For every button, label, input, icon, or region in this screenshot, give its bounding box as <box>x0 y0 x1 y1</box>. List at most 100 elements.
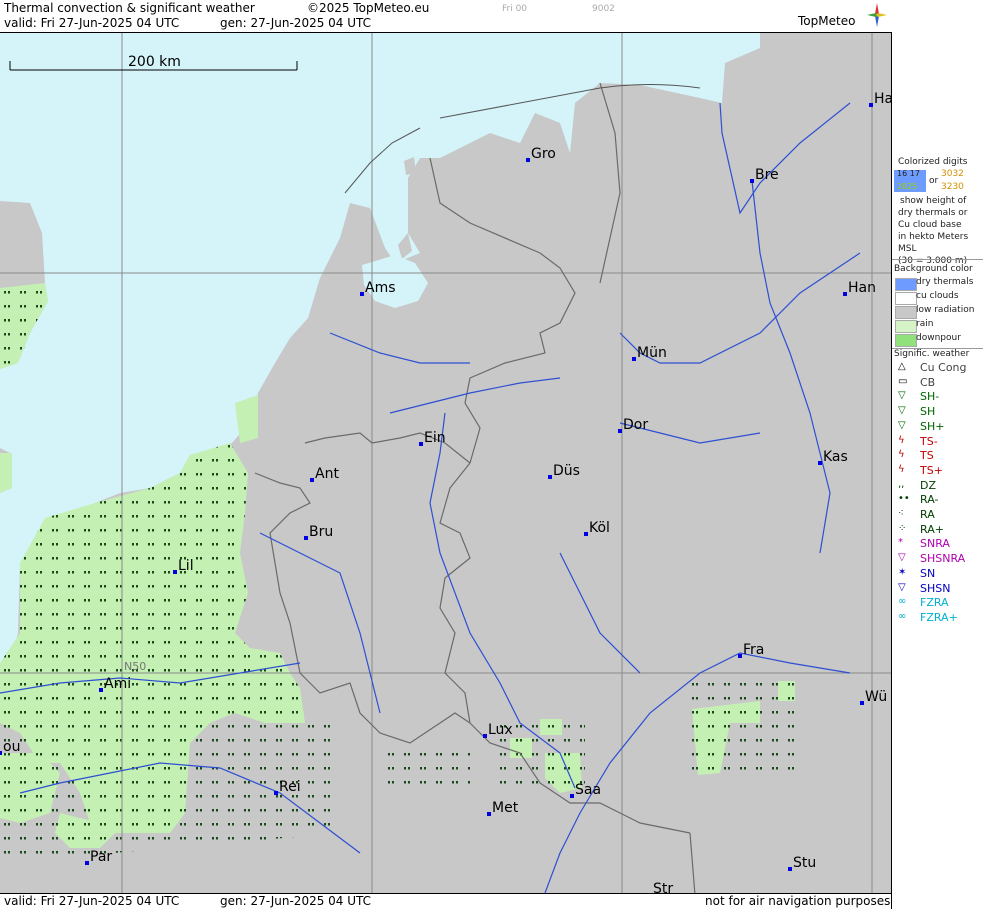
city-label: Han <box>848 280 876 296</box>
city-marker <box>788 867 792 871</box>
freezing-rain-icon: ∞ <box>898 596 907 608</box>
topmeteo-logo: TopMeteo <box>798 14 856 28</box>
navigation-note: not for air navigation purposes <box>705 894 891 908</box>
background-label: cu clouds <box>916 291 959 301</box>
city-label: Met <box>492 800 519 816</box>
city-label: Düs <box>553 463 580 479</box>
snow-shower-icon: ▽ <box>898 581 906 593</box>
legend-text: dry thermals or <box>898 208 968 218</box>
shower-heavy-icon: ▽ <box>898 419 906 431</box>
weather-label: TS <box>920 449 934 463</box>
city-label: Stu <box>793 855 816 871</box>
shower-icon: ▽ <box>898 405 906 417</box>
weather-label: Cu Cong <box>920 361 967 374</box>
chart-header: Thermal convection & significant weather… <box>0 0 891 32</box>
freezing-rain-heavy-icon: ∞ <box>898 610 907 622</box>
compass-logo-icon <box>867 3 887 27</box>
city-label: Wü <box>865 689 887 705</box>
city-label: Str <box>653 881 673 894</box>
weather-map[interactable]: 200 km N50 Gro Bre Ha Ams Han Mün Ein Dor Kas Ant… <box>0 32 891 894</box>
thunder-light-icon: ϟ <box>898 434 905 446</box>
thunder-icon: ϟ <box>898 449 905 461</box>
city-label: Bru <box>309 524 333 540</box>
map-canvas: 200 km N50 Gro Bre Ha Ams Han Mün Ein Dor Kas Ant… <box>0 33 891 894</box>
gen-time: gen: 27-Jun-2025 04 UTC <box>220 16 372 30</box>
weather-label: RA <box>920 508 935 521</box>
city-marker <box>570 794 574 798</box>
background-swatch <box>895 320 917 333</box>
city-label: ou <box>3 739 20 755</box>
weather-label: FZRA <box>920 596 949 610</box>
city-marker <box>483 734 487 738</box>
background-swatch <box>895 292 917 305</box>
city-marker <box>360 292 364 296</box>
legend-panel: Colorized digits 16 17 2825 or 3032 3230… <box>891 32 983 909</box>
city-label: Köl <box>589 520 610 536</box>
legend-text: MSL <box>898 244 917 254</box>
city-marker <box>869 103 873 107</box>
digit-sample-d: 3230 <box>941 182 964 192</box>
background-label: dry thermals <box>916 277 974 287</box>
latitude-label: N50 <box>124 660 146 673</box>
background-label: low radiation <box>916 305 975 315</box>
legend-text: show height of <box>900 196 967 206</box>
scale-label: 200 km <box>128 54 181 70</box>
city-marker <box>526 158 530 162</box>
digit-sample-a: 16 17 <box>897 169 920 178</box>
city-marker <box>173 570 177 574</box>
weather-label: FZRA+ <box>920 610 958 624</box>
city-marker <box>548 475 552 479</box>
city-label: Ha <box>874 91 891 107</box>
city-label: Dor <box>623 417 648 433</box>
city-label: Gro <box>531 146 556 162</box>
weather-label: DZ <box>920 478 937 492</box>
weather-label: TS- <box>920 434 938 448</box>
weather-label: RA- <box>920 493 939 507</box>
city-label: Lil <box>178 558 194 574</box>
weather-label: SNRA <box>920 537 950 551</box>
city-label: Rei <box>279 779 301 795</box>
copyright: ©2025 TopMeteo.eu <box>307 1 430 15</box>
legend-bg-title: Background color <box>894 264 973 274</box>
cb-icon: ▭ <box>898 375 908 387</box>
city-label: Ein <box>424 430 446 446</box>
city-marker <box>304 536 308 540</box>
rain-icon: ⁖ <box>898 508 904 519</box>
legend-weather-title: Signific. weather <box>894 349 970 359</box>
city-label: Ams <box>365 280 396 296</box>
snow-icon: ✶ <box>898 566 907 578</box>
cu-cong-icon: △ <box>898 361 906 372</box>
city-marker <box>632 357 636 361</box>
background-label: downpour <box>916 333 961 343</box>
shower-light-icon: ▽ <box>898 390 906 402</box>
run-label: Fri 00 <box>502 4 528 14</box>
weather-label: RA+ <box>920 522 944 536</box>
city-label: Bre <box>755 167 779 183</box>
city-marker <box>860 701 864 705</box>
weather-label: SH- <box>920 390 940 404</box>
valid-time: valid: Fri 27-Jun-2025 04 UTC <box>4 16 180 30</box>
sleet-shower-icon: ▽ <box>898 552 906 564</box>
footer-valid: valid: Fri 27-Jun-2025 04 UTC <box>4 894 180 908</box>
city-marker <box>843 292 847 296</box>
city-marker <box>85 861 89 865</box>
city-marker <box>487 812 491 816</box>
city-marker <box>310 478 314 482</box>
weather-label: SH <box>920 405 936 419</box>
digit-sample-c: 3032 <box>941 169 964 179</box>
city-marker <box>99 688 103 692</box>
thunder-heavy-icon: ϟ <box>898 463 905 475</box>
digit-sample-b: 2825 <box>897 182 918 191</box>
background-swatch <box>895 278 917 291</box>
chart-title: Thermal convection & significant weather <box>4 1 255 15</box>
weather-label: TS+ <box>920 463 943 477</box>
city-label: Lux <box>488 722 513 738</box>
legend-text: Colorized digits <box>898 157 968 167</box>
footer-gen: gen: 27-Jun-2025 04 UTC <box>220 894 372 908</box>
weather-label: SHSN <box>920 581 951 595</box>
legend-text: Cu cloud base <box>898 220 962 230</box>
weather-label: SN <box>920 566 936 580</box>
weather-label: CB <box>920 375 936 389</box>
city-label: Par <box>90 849 112 865</box>
background-label: rain <box>916 319 934 329</box>
